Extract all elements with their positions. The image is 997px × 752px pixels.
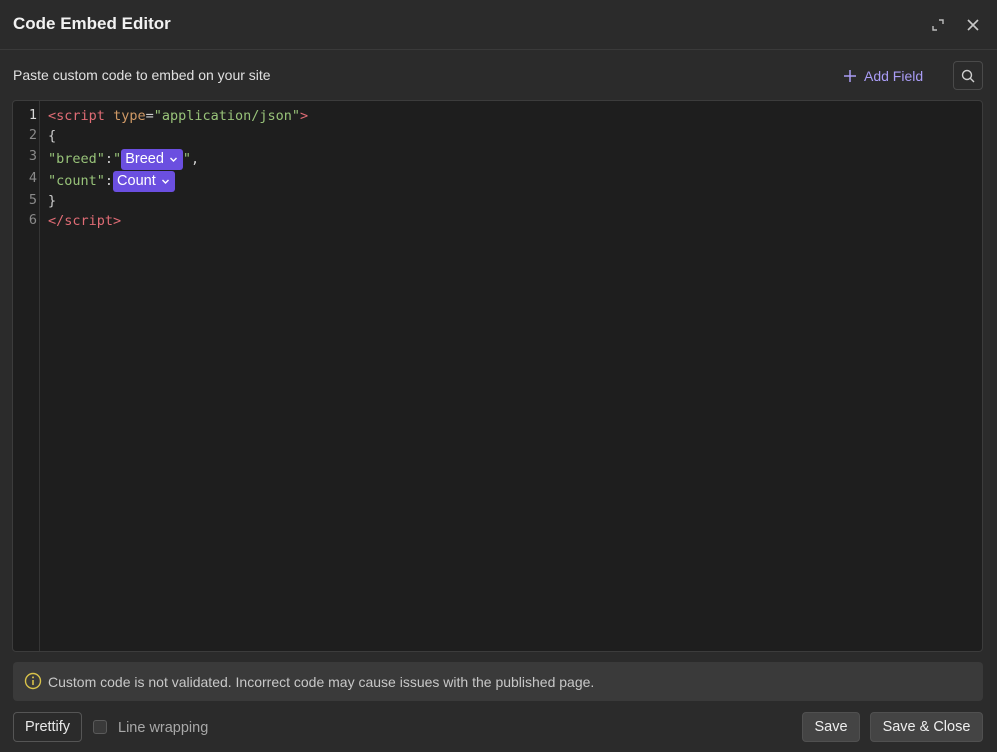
line-number: 5 bbox=[28, 192, 37, 208]
dialog-title: Code Embed Editor bbox=[13, 14, 171, 33]
tag-close-bracket: > bbox=[113, 213, 122, 229]
quote: " bbox=[182, 151, 192, 167]
breed-field-chip[interactable]: Breed bbox=[121, 148, 183, 170]
line-number: 6 bbox=[28, 212, 37, 228]
line-number: 4 bbox=[28, 170, 37, 186]
chip-label: Breed bbox=[125, 151, 164, 167]
tag-name: script bbox=[64, 213, 114, 229]
prettify-button[interactable]: Prettify bbox=[13, 712, 82, 742]
notice-text: Custom code is not validated. Incorrect … bbox=[48, 674, 595, 690]
plus-icon bbox=[844, 70, 856, 82]
tag-close-bracket: > bbox=[300, 108, 309, 124]
code-line-2: { bbox=[48, 126, 56, 146]
json-key: "breed" bbox=[48, 151, 105, 167]
search-icon bbox=[961, 69, 975, 82]
info-icon bbox=[24, 672, 42, 690]
open-brace: { bbox=[48, 128, 57, 144]
attribute-name: type bbox=[113, 108, 146, 124]
line-wrapping-label[interactable]: Line wrapping bbox=[118, 720, 208, 736]
count-field-chip[interactable]: Count bbox=[113, 170, 175, 192]
code-line-1: < script type = "application/json" > bbox=[48, 106, 308, 126]
add-field-label: Add Field bbox=[864, 68, 924, 84]
colon: : bbox=[104, 151, 114, 167]
close-brace: } bbox=[48, 193, 57, 209]
colon: : bbox=[104, 173, 114, 189]
code-line-3: "breed": " Breed ", bbox=[48, 148, 199, 170]
search-button[interactable] bbox=[953, 61, 983, 90]
save-button[interactable]: Save bbox=[802, 712, 860, 742]
dialog-header: Code Embed Editor bbox=[0, 0, 997, 50]
equals-sign: = bbox=[145, 108, 154, 124]
chip-label: Count bbox=[117, 173, 156, 189]
embed-instructions: Paste custom code to embed on your site bbox=[13, 67, 271, 83]
tag-open-bracket: < bbox=[48, 108, 57, 124]
line-number-gutter: 1 2 3 4 5 6 bbox=[13, 101, 40, 651]
chevron-down-icon bbox=[161, 179, 169, 184]
quote: " bbox=[113, 151, 122, 167]
code-line-5: } bbox=[48, 191, 56, 211]
line-number: 2 bbox=[28, 127, 37, 143]
code-line-4: "count": Count bbox=[48, 170, 175, 192]
validation-notice: Custom code is not validated. Incorrect … bbox=[13, 662, 983, 701]
tag-open-bracket: </ bbox=[48, 213, 65, 229]
line-wrapping-checkbox[interactable] bbox=[93, 720, 107, 734]
comma: , bbox=[191, 151, 200, 167]
save-and-close-button[interactable]: Save & Close bbox=[870, 712, 983, 742]
json-key: "count" bbox=[48, 173, 105, 189]
tag-name: script bbox=[56, 108, 105, 124]
code-line-6: </script > bbox=[48, 211, 121, 231]
line-number: 1 bbox=[28, 107, 37, 123]
expand-button[interactable] bbox=[926, 13, 950, 37]
expand-icon bbox=[932, 19, 944, 31]
chevron-down-icon bbox=[169, 157, 177, 162]
close-button[interactable] bbox=[961, 13, 985, 37]
add-field-button[interactable]: Add Field bbox=[843, 65, 923, 87]
code-editor[interactable]: 1 2 3 4 5 6 < script type = "application/js… bbox=[12, 100, 983, 652]
close-icon bbox=[967, 19, 979, 31]
attribute-value: "application/json" bbox=[153, 108, 301, 124]
line-number: 3 bbox=[28, 148, 37, 164]
